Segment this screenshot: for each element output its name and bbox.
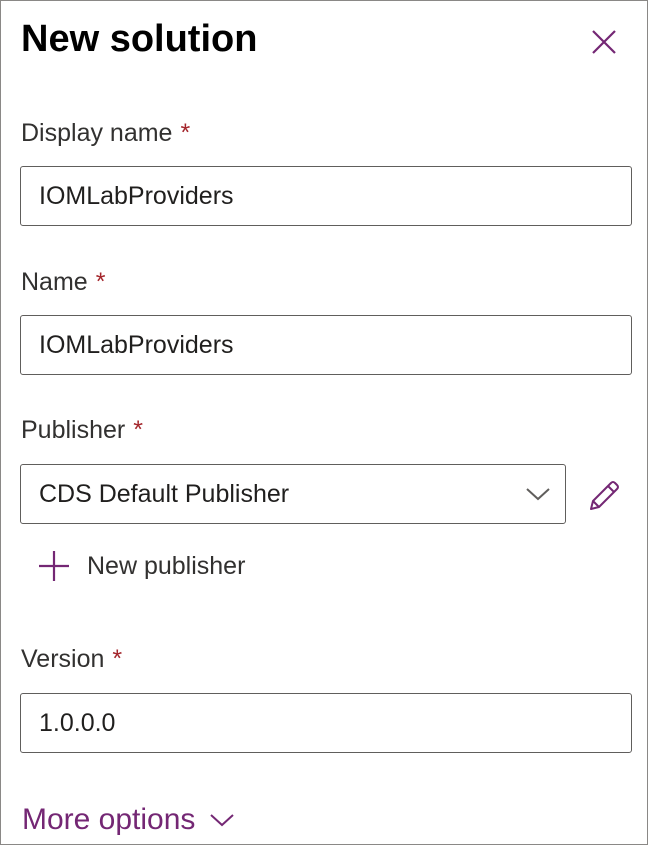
publisher-label-text: Publisher	[21, 416, 126, 444]
publisher-selected-value: CDS Default Publisher	[39, 479, 290, 508]
publisher-dropdown[interactable]: CDS Default Publisher	[20, 464, 566, 524]
version-value: 1.0.0.0	[39, 708, 116, 737]
display-name-value: IOMLabProviders	[39, 181, 234, 210]
pencil-icon	[590, 481, 619, 510]
required-marker: *	[133, 416, 143, 444]
new-publisher-label: New publisher	[87, 551, 246, 580]
edit-publisher-button[interactable]	[583, 475, 625, 517]
close-button[interactable]	[583, 21, 625, 63]
version-label-text: Version	[21, 645, 105, 673]
new-publisher-button[interactable]: New publisher	[37, 549, 245, 583]
plus-icon	[37, 549, 71, 583]
version-input[interactable]: 1.0.0.0	[20, 693, 632, 753]
name-input[interactable]: IOMLabProviders	[20, 315, 632, 375]
new-solution-panel: New solution Display name * IOMLabProvide…	[0, 0, 648, 845]
required-marker: *	[95, 268, 106, 296]
publisher-label: Publisher *	[21, 414, 143, 446]
chevron-down-icon	[209, 812, 235, 828]
close-icon	[592, 30, 616, 54]
name-label: Name *	[21, 266, 105, 298]
display-name-input[interactable]: IOMLabProviders	[20, 166, 632, 226]
name-label-text: Name	[21, 268, 88, 296]
panel-title: New solution	[21, 18, 258, 60]
name-value: IOMLabProviders	[39, 330, 234, 359]
version-label: Version *	[21, 643, 122, 675]
more-options-toggle[interactable]: More options	[22, 803, 235, 837]
display-name-label: Display name *	[21, 117, 190, 149]
display-name-label-text: Display name	[21, 119, 173, 147]
required-marker: *	[112, 645, 123, 673]
required-marker: *	[180, 119, 191, 147]
chevron-down-icon	[526, 488, 550, 501]
more-options-label: More options	[22, 803, 196, 836]
